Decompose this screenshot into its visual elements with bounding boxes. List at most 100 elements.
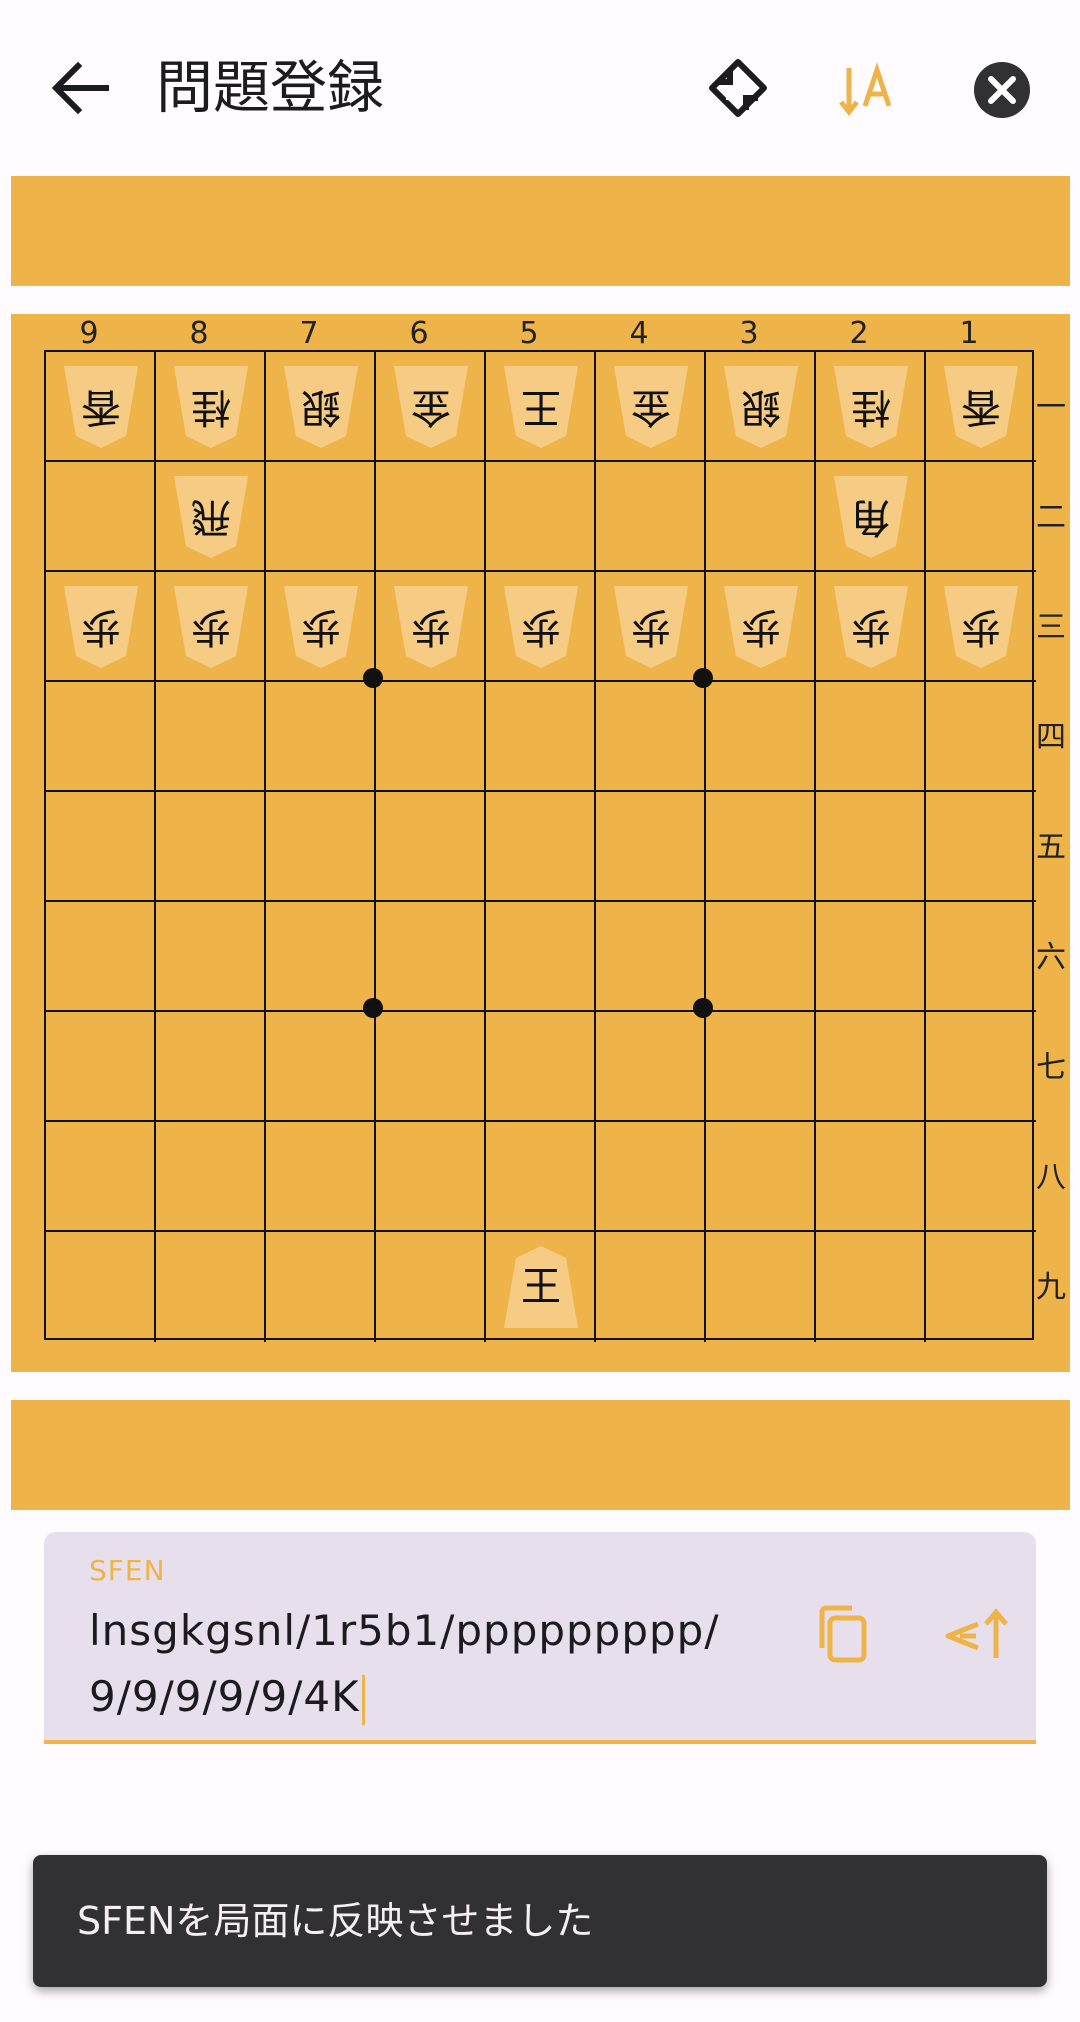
board-cell[interactable]: 歩 [816,572,926,682]
board-cell[interactable] [156,1122,266,1232]
board-cell[interactable] [596,1232,706,1342]
board-cell[interactable] [816,1232,926,1342]
shogi-piece[interactable]: 王 [502,364,580,450]
shogi-piece[interactable]: 歩 [612,584,690,670]
arrow-back-icon[interactable] [44,50,114,126]
board-cell[interactable] [156,1232,266,1342]
board-cell[interactable] [926,792,1036,902]
board-cell[interactable] [926,1232,1036,1342]
board-cell[interactable] [816,682,926,792]
board-cell[interactable] [266,1122,376,1232]
board-cell[interactable] [266,1232,376,1342]
sort-direction-icon[interactable] [828,48,912,132]
board-cell[interactable] [46,1232,156,1342]
board-cell[interactable] [376,1122,486,1232]
board-cell[interactable] [376,1012,486,1122]
shogi-piece[interactable]: 金 [392,364,470,450]
board-cell[interactable]: 歩 [486,572,596,682]
shogi-piece[interactable]: 飛 [172,474,250,560]
board-cell[interactable]: 歩 [706,572,816,682]
board-cell[interactable] [596,462,706,572]
board-cell[interactable] [156,902,266,1012]
shogi-piece[interactable]: 歩 [172,584,250,670]
board-cell[interactable] [706,682,816,792]
board-cell[interactable]: 金 [376,352,486,462]
board-cell[interactable] [376,792,486,902]
board-cell[interactable] [486,682,596,792]
board-cell[interactable] [376,682,486,792]
board-cell[interactable]: 歩 [266,572,376,682]
board-cell[interactable] [706,902,816,1012]
board-cell[interactable] [46,1122,156,1232]
board-cell[interactable] [926,1012,1036,1122]
shogi-piece[interactable]: 香 [942,364,1020,450]
close-circle-icon[interactable] [960,48,1044,132]
shogi-piece[interactable]: 桂 [832,364,910,450]
board-cell[interactable] [486,1122,596,1232]
board-cell[interactable] [376,1232,486,1342]
board-cell[interactable]: 桂 [156,352,266,462]
board-cell[interactable] [266,1012,376,1122]
board-cell[interactable] [156,1012,266,1122]
board-cell[interactable] [266,902,376,1012]
board-cell[interactable]: 歩 [926,572,1036,682]
board-cell[interactable]: 王 [486,352,596,462]
board-cell[interactable] [596,682,706,792]
board-cell[interactable] [156,682,266,792]
board-cell[interactable] [486,462,596,572]
board-cell[interactable] [706,1122,816,1232]
shogi-piece[interactable]: 歩 [502,584,580,670]
board-cell[interactable] [596,902,706,1012]
board-cell[interactable] [596,1012,706,1122]
board-cell[interactable]: 歩 [376,572,486,682]
board-cell[interactable]: 金 [596,352,706,462]
shogi-piece[interactable]: 桂 [172,364,250,450]
board-cell[interactable]: 香 [46,352,156,462]
board-cell[interactable] [486,792,596,902]
board-cell[interactable] [46,682,156,792]
shogi-piece[interactable]: 歩 [942,584,1020,670]
shogi-piece[interactable]: 歩 [62,584,140,670]
board-cell[interactable]: 銀 [266,352,376,462]
board-cell[interactable]: 歩 [156,572,266,682]
board-cell[interactable]: 角 [816,462,926,572]
sfen-input[interactable]: lnsgkgsnl/1r5b1/ppppppppp/9/9/9/9/9/4K [89,1598,729,1730]
board-cell[interactable]: 王 [486,1232,596,1342]
player-hand[interactable] [11,1400,1070,1510]
board-cell[interactable] [46,462,156,572]
board-cell[interactable] [486,1012,596,1122]
board-cell[interactable]: 歩 [596,572,706,682]
board-cell[interactable] [926,682,1036,792]
shogi-piece[interactable]: 銀 [282,364,360,450]
opponent-hand[interactable] [11,176,1070,286]
board-cell[interactable] [706,462,816,572]
shogi-piece[interactable]: 歩 [832,584,910,670]
board-cell[interactable]: 飛 [156,462,266,572]
board-cell[interactable] [46,902,156,1012]
board-cell[interactable] [926,902,1036,1012]
board-cell[interactable] [816,1122,926,1232]
shogi-piece[interactable]: 角 [832,474,910,560]
board-cell[interactable] [816,902,926,1012]
shogi-piece[interactable]: 銀 [722,364,800,450]
apply-sfen-icon[interactable] [938,1596,1018,1676]
board-cell[interactable]: 歩 [46,572,156,682]
board-cell[interactable] [596,792,706,902]
board-cell[interactable] [816,792,926,902]
shogi-piece[interactable]: 金 [612,364,690,450]
board-cell[interactable] [706,1232,816,1342]
shogi-piece[interactable]: 歩 [282,584,360,670]
shogi-piece[interactable]: 歩 [392,584,470,670]
board-cell[interactable] [926,1122,1036,1232]
shogi-piece[interactable]: 歩 [722,584,800,670]
board-cell[interactable] [46,1012,156,1122]
board-cell[interactable] [706,792,816,902]
board-cell[interactable]: 銀 [706,352,816,462]
board-cell[interactable]: 香 [926,352,1036,462]
board-cell[interactable] [46,792,156,902]
board-cell[interactable] [926,462,1036,572]
board-cell[interactable] [706,1012,816,1122]
board-cell[interactable] [156,792,266,902]
board-cell[interactable] [376,902,486,1012]
copy-icon[interactable] [804,1596,884,1676]
